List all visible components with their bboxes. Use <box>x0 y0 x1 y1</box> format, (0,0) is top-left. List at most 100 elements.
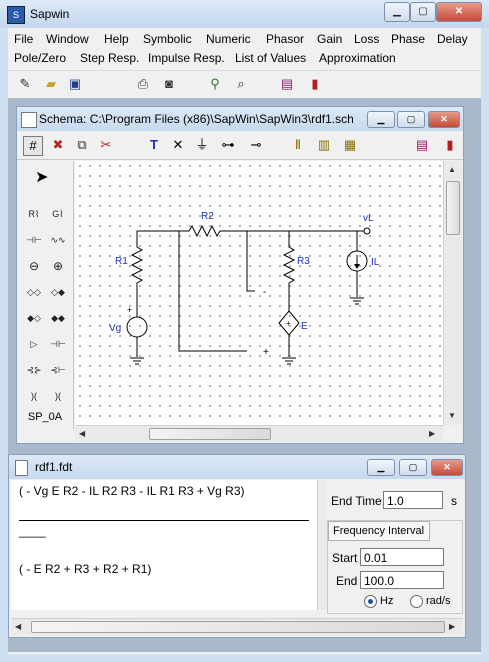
schema-restore-button[interactable]: ▢ <box>397 111 425 128</box>
menu-phasor[interactable]: Phasor <box>266 32 304 46</box>
hz-radio[interactable] <box>364 595 377 608</box>
grid-toggle-icon[interactable]: # <box>23 136 43 156</box>
schema-vertical-scrollbar[interactable]: ▲ ▼ <box>443 161 462 425</box>
voltage-source-tool-icon[interactable]: ⊖ <box>23 257 45 275</box>
schema-minimize-button[interactable]: ▁ <box>367 111 395 128</box>
edit-values-icon[interactable]: Ⅱ <box>289 136 307 154</box>
cccs-tool-icon[interactable]: ◆◆ <box>47 309 69 327</box>
inductor-tool-icon[interactable]: ∿∿ <box>47 231 69 249</box>
menu-symbolic[interactable]: Symbolic <box>143 32 192 46</box>
transformer-tool-icon[interactable]: )( <box>23 387 45 405</box>
end-time-field[interactable]: 1.0 <box>383 491 443 509</box>
result-title-bar[interactable]: rdf1.fdt ▁ ▢ ✕ <box>9 455 465 479</box>
open-folder-icon[interactable]: ▰ <box>42 75 60 93</box>
menu-numeric[interactable]: Numeric <box>206 32 251 46</box>
scroll-up-icon[interactable]: ▲ <box>448 165 456 174</box>
rads-radio[interactable] <box>410 595 423 608</box>
menu-delay[interactable]: Delay <box>437 32 468 46</box>
start-field[interactable]: 0.01 <box>360 548 444 566</box>
ccvs-tool-icon[interactable]: ◆◇ <box>23 309 45 327</box>
exit-icon[interactable]: ▮ <box>306 75 324 93</box>
formula-pane[interactable]: ( - Vg E R2 - IL R2 R3 - IL R1 R3 + Vg R… <box>11 480 317 610</box>
menu-window[interactable]: Window <box>46 32 89 46</box>
menu-phase[interactable]: Phase <box>391 32 425 46</box>
schema-hscroll-thumb[interactable] <box>149 428 271 440</box>
resistor-r2[interactable] <box>179 224 221 238</box>
schema-close-button[interactable]: ✕ <box>428 111 460 128</box>
schema-exit-icon[interactable]: ▮ <box>441 136 459 154</box>
end-time-unit: s <box>451 494 457 508</box>
print-icon[interactable]: ⎙ <box>134 75 152 93</box>
menu-loss[interactable]: Loss <box>354 32 379 46</box>
result-title: rdf1.fdt <box>35 460 73 474</box>
menu-file[interactable]: File <box>14 32 33 46</box>
capacitor-tool-icon[interactable]: ⊣⊢ <box>23 231 45 249</box>
schema-horizontal-scrollbar[interactable]: ◀ ▶ <box>75 425 443 442</box>
menu-impulse-resp[interactable]: Impulse Resp. <box>148 51 225 65</box>
menu-approximation[interactable]: Approximation <box>319 51 396 65</box>
scroll-left-icon[interactable]: ◀ <box>79 429 85 438</box>
camera-icon[interactable]: ◙ <box>160 75 178 93</box>
result-minimize-button[interactable]: ▁ <box>367 459 395 476</box>
menu-step-resp[interactable]: Step Resp. <box>80 51 139 65</box>
maximize-button[interactable]: ▢ <box>410 2 436 22</box>
result-hscroll-thumb[interactable] <box>31 621 445 633</box>
coupled-inductors-tool-icon[interactable]: )( <box>47 387 69 405</box>
end-field[interactable]: 100.0 <box>360 571 444 589</box>
zoom-icon[interactable]: ⌕ <box>232 75 250 93</box>
app-icon[interactable]: S <box>7 6 25 24</box>
schema-help-icon[interactable]: ▤ <box>413 136 431 154</box>
menu-list-of-values[interactable]: List of Values <box>235 51 306 65</box>
title-bar[interactable]: S Sapwin ▁ ▢ ✕ <box>0 0 489 28</box>
help-book-icon[interactable]: ▤ <box>278 75 296 93</box>
source-vg[interactable] <box>126 316 148 338</box>
result-scroll-left-icon[interactable]: ◀ <box>15 622 21 631</box>
result-scroll-right-icon[interactable]: ▶ <box>449 622 455 631</box>
frequency-interval-tab[interactable]: Frequency Interval <box>328 521 430 541</box>
cut-component-icon[interactable]: ✂ <box>97 136 115 154</box>
menu-pole-zero[interactable]: Pole/Zero <box>14 51 66 65</box>
menu-gain[interactable]: Gain <box>317 32 342 46</box>
npn-transistor-tool-icon[interactable]: ⊰⊱ <box>23 361 45 379</box>
vccs-tool-icon[interactable]: ◇◆ <box>47 283 69 301</box>
vcvs-tool-icon[interactable]: ◇◇ <box>23 283 45 301</box>
result-restore-button[interactable]: ▢ <box>399 459 427 476</box>
scroll-right-icon[interactable]: ▶ <box>429 429 435 438</box>
ground-tool-icon[interactable]: ⏚ <box>193 136 211 154</box>
jfet-tool-icon[interactable]: ⊰⊢ <box>47 361 69 379</box>
schema-doc-icon <box>21 112 37 128</box>
port-tool-icon[interactable]: ⊸ <box>247 136 265 154</box>
result-horizontal-scrollbar[interactable]: ◀ ▶ <box>11 618 463 635</box>
analysis-panel: End Time: 1.0 s Frequency Interval Start… <box>327 480 463 614</box>
ground-vg-icon <box>130 357 144 365</box>
schematic-canvas[interactable]: R1 R2 R3 Vg E IL vL - + + + <box>75 161 443 425</box>
node-tool-icon[interactable]: ⊶ <box>219 136 237 154</box>
compute-transfer-icon[interactable]: ▥ <box>315 136 333 154</box>
new-schema-icon[interactable]: ✎ <box>16 75 34 93</box>
schema-vscroll-thumb[interactable] <box>446 181 460 235</box>
resistor-tool-icon[interactable]: R⌇ <box>23 205 45 223</box>
menu-help[interactable]: Help <box>104 32 129 46</box>
conductance-tool-icon[interactable]: G⌇ <box>47 205 69 223</box>
schema-title-bar[interactable]: Schema: C:\Program Files (x86)\SapWin\Sa… <box>17 107 463 131</box>
compute-symbolic-icon[interactable]: ▦ <box>341 136 359 154</box>
copy-component-icon[interactable]: ⧉ <box>73 136 91 154</box>
resistor-r3[interactable] <box>282 231 296 311</box>
close-button[interactable]: ✕ <box>436 2 482 22</box>
resistor-r1[interactable] <box>130 231 144 317</box>
output-node[interactable] <box>363 227 371 235</box>
minimize-button[interactable]: ▁ <box>384 2 410 22</box>
wire-tool-icon[interactable]: ✕ <box>169 136 187 154</box>
result-close-button[interactable]: ✕ <box>431 459 463 476</box>
start-label: Start <box>332 551 358 565</box>
text-tool-icon[interactable]: T <box>145 136 163 154</box>
delete-component-icon[interactable]: ✖ <box>49 136 67 154</box>
schema-window: Schema: C:\Program Files (x86)\SapWin\Sa… <box>16 106 464 444</box>
save-icon[interactable]: ▣ <box>66 75 84 93</box>
scroll-down-icon[interactable]: ▼ <box>448 411 456 420</box>
current-source-tool-icon[interactable]: ⊕ <box>47 257 69 275</box>
pointer-tool-icon[interactable]: ➤ <box>35 167 48 187</box>
nullor-tool-icon[interactable]: ⊣⊢ <box>47 335 69 353</box>
probe-icon[interactable]: ⚲ <box>206 75 224 93</box>
opamp-tool-icon[interactable]: ▷ <box>23 335 45 353</box>
